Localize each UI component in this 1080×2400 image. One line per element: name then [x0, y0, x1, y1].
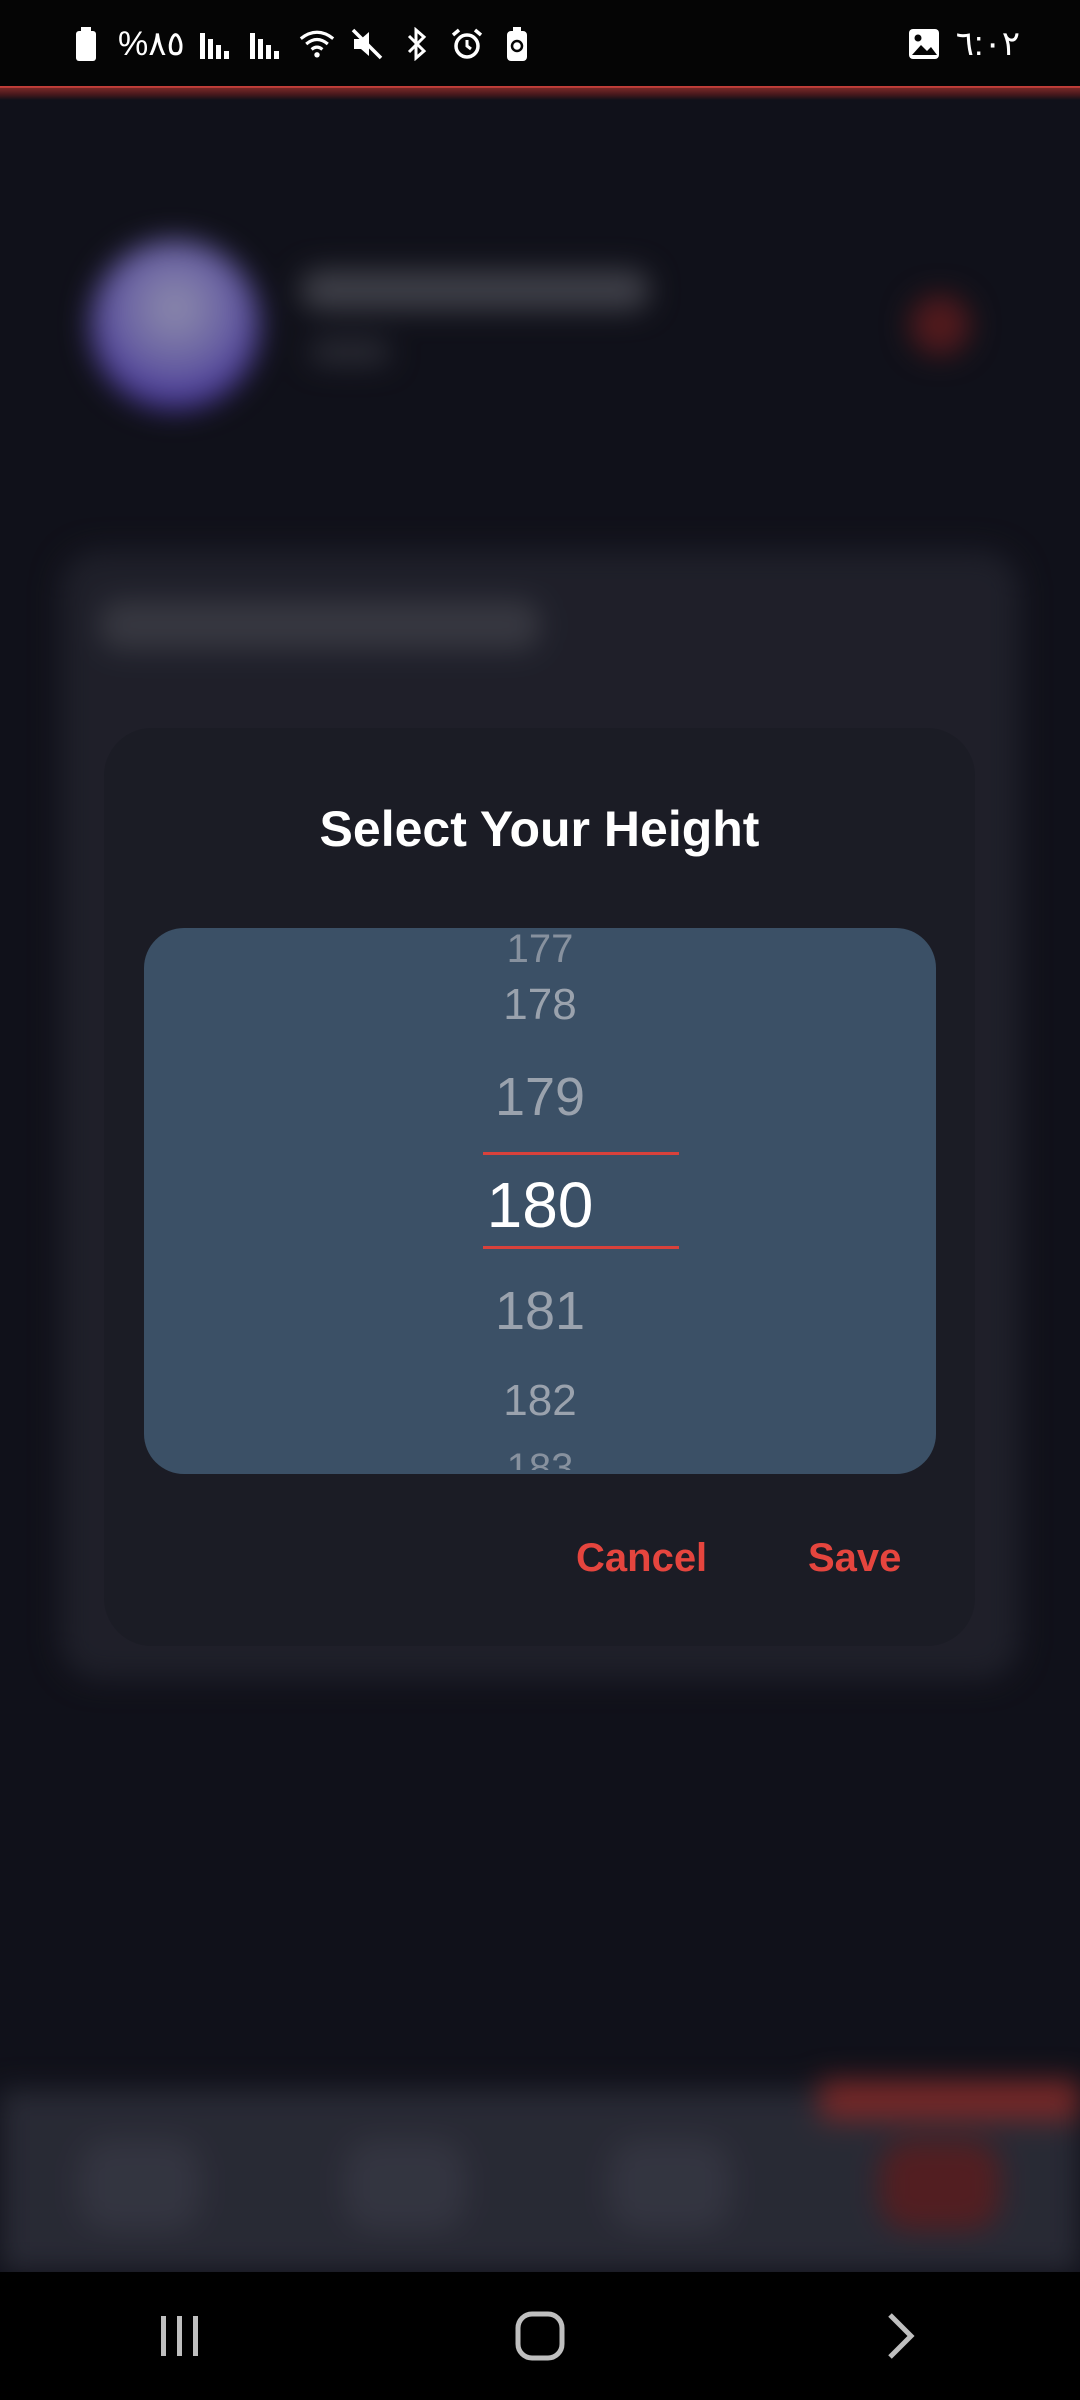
signal-icon: [199, 26, 235, 62]
bluetooth-icon: [399, 26, 435, 62]
picker-selected-value[interactable]: 180: [144, 1168, 936, 1242]
system-navigation-bar: [0, 2272, 1080, 2400]
picker-item[interactable]: 181: [144, 1280, 936, 1342]
picker-item[interactable]: 179: [144, 1066, 936, 1128]
height-dialog: Select Your Height 177 178 179 180 181 1…: [104, 728, 975, 1646]
picker-item[interactable]: 178: [144, 980, 936, 1030]
battery-saver-icon: [499, 26, 535, 62]
battery-percent: %٨٥: [118, 25, 185, 63]
selection-line-bottom: [483, 1246, 679, 1249]
signal-icon: [249, 26, 285, 62]
battery-icon: [68, 26, 104, 62]
selection-line-top: [483, 1152, 679, 1155]
save-button[interactable]: Save: [796, 1526, 913, 1591]
picker-item[interactable]: 177: [144, 934, 936, 964]
status-bar-left: %٨٥: [68, 24, 535, 64]
status-bar: %٨٥ ٦:٠٢: [0, 0, 1080, 88]
recent-apps-icon[interactable]: [120, 2286, 240, 2386]
home-icon[interactable]: [480, 2286, 600, 2386]
alarm-icon: [449, 26, 485, 62]
mute-icon: [349, 26, 385, 62]
dialog-title: Select Your Height: [319, 801, 760, 857]
clock: ٦:٠٢: [955, 25, 1020, 63]
back-icon[interactable]: [840, 2286, 960, 2386]
image-icon: [906, 26, 942, 62]
picker-item[interactable]: 182: [144, 1376, 936, 1426]
wifi-icon: [299, 26, 335, 62]
cancel-button[interactable]: Cancel: [564, 1526, 719, 1591]
status-bar-right: ٦:٠٢: [906, 24, 1020, 64]
height-picker[interactable]: 177 178 179 180 181 182 183: [144, 928, 936, 1474]
picker-item[interactable]: 183: [144, 1446, 936, 1470]
